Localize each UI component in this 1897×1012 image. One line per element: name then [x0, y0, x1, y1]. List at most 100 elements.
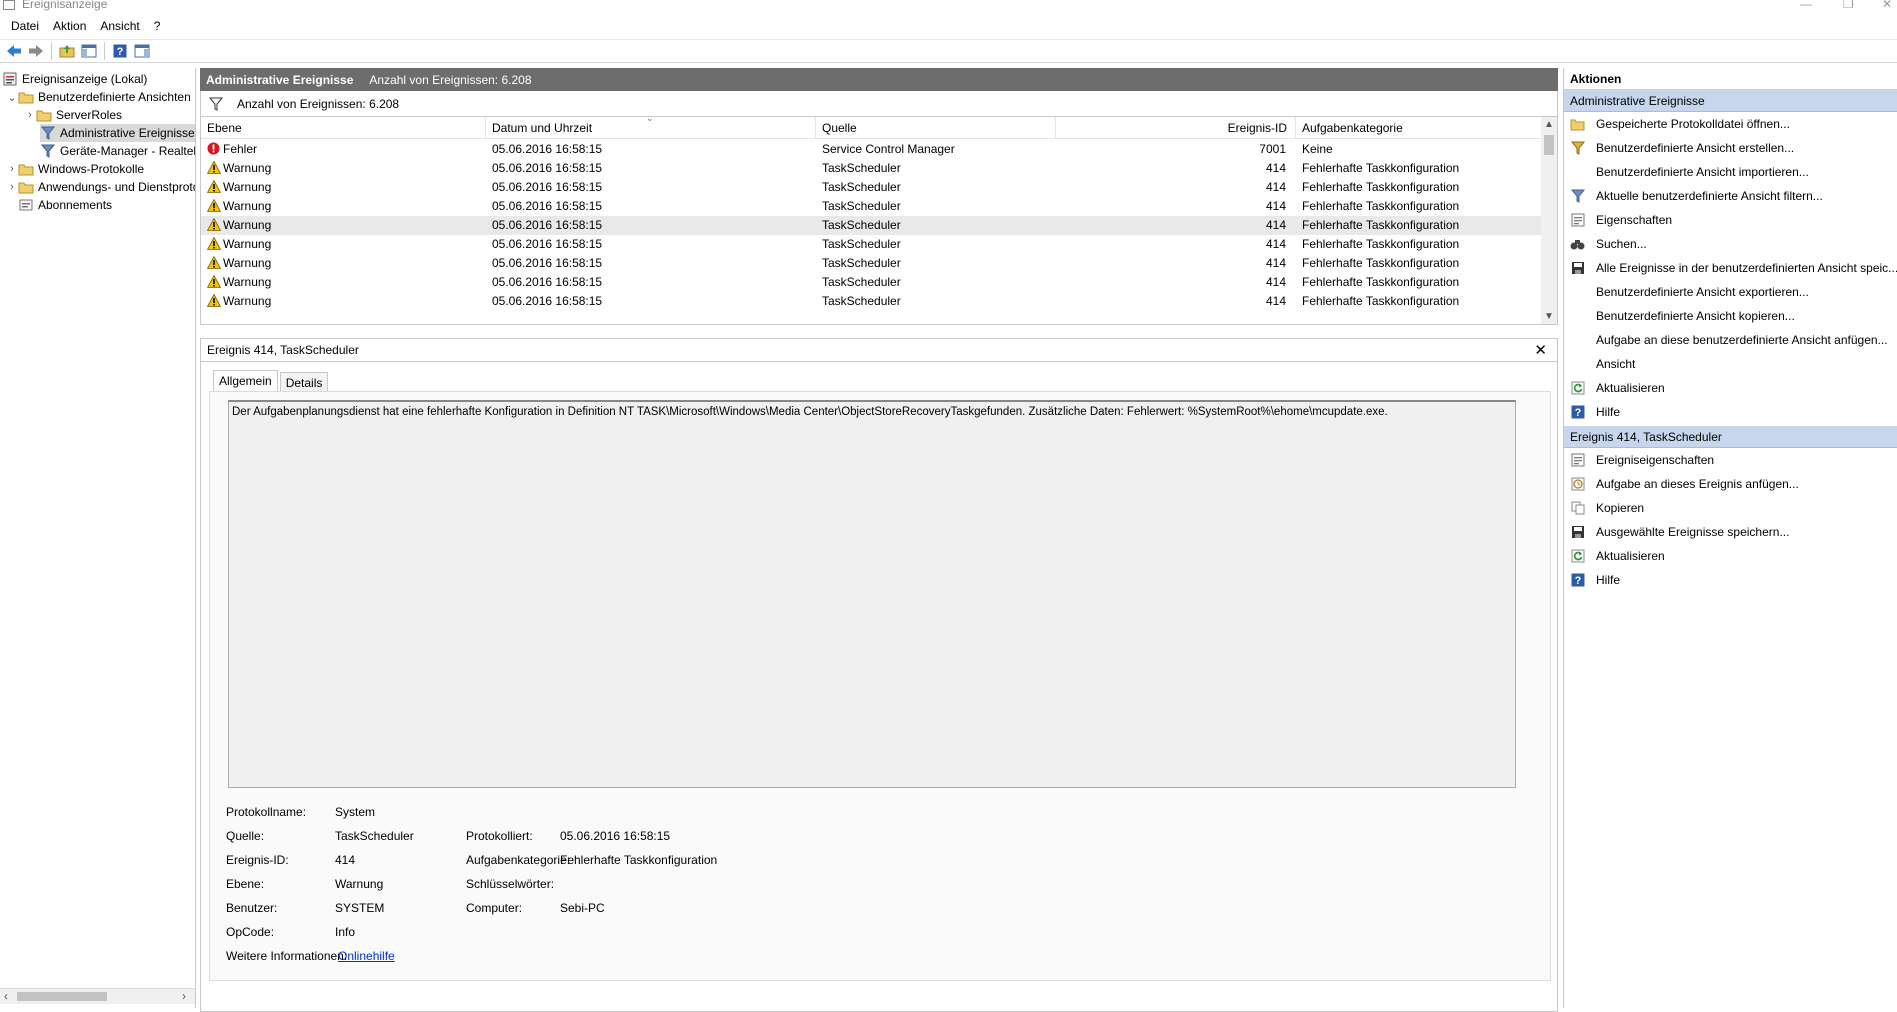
actions-list-event: Ereigniseigenschaften Aufgabe an dieses E…: [1564, 448, 1897, 592]
scroll-down-icon[interactable]: ▼: [1544, 311, 1554, 322]
tree-item-subscriptions[interactable]: Abonnements: [18, 196, 112, 214]
cell-event-id: 414: [1265, 180, 1286, 194]
column-header-source[interactable]: Quelle: [816, 117, 1056, 139]
view-action-7[interactable]: Benutzerdefinierte Ansicht exportieren..…: [1564, 280, 1897, 304]
up-folder-button[interactable]: [57, 41, 77, 61]
warning-icon: [206, 293, 222, 313]
menu-bar: Datei Aktion Ansicht ?: [0, 14, 1897, 38]
view-action-3[interactable]: Aktuelle benutzerdefinierte Ansicht filt…: [1564, 184, 1897, 208]
grid-vertical-scrollbar[interactable]: ▲ ▼: [1541, 117, 1557, 324]
filter-create-icon: [1570, 141, 1585, 155]
cell-date: 05.06.2016 16:58:15: [492, 275, 603, 289]
table-row[interactable]: Warnung 05.06.2016 16:58:15 TaskScheduler F…: [201, 178, 1541, 197]
cell-source: TaskScheduler: [822, 256, 901, 270]
custom-view-filter-icon: [40, 144, 56, 158]
tree-item-server-roles[interactable]: › ServerRoles: [24, 106, 122, 124]
view-action-5[interactable]: Suchen...: [1564, 232, 1897, 256]
column-header-task-category[interactable]: Aufgabenkategorie: [1296, 117, 1543, 139]
event-action-1[interactable]: Aufgabe an dieses Ereignis anfügen...: [1564, 472, 1897, 496]
back-button[interactable]: [4, 41, 24, 61]
menu-ansicht[interactable]: Ansicht: [93, 19, 146, 33]
value-event-id: 414: [335, 853, 356, 867]
toolbar-separator: [104, 42, 105, 60]
action-label: Benutzerdefinierte Ansicht erstellen...: [1596, 141, 1795, 155]
tree-item-admin-events[interactable]: Administrative Ereignisse: [40, 124, 195, 142]
title-bar: Ereignisanzeige — ❐ ✕: [0, 0, 1897, 12]
subscriptions-icon: [18, 198, 34, 212]
scroll-thumb[interactable]: [1544, 135, 1554, 155]
tree-horizontal-scrollbar[interactable]: ‹ ›: [0, 988, 195, 1004]
table-row[interactable]: Warnung 05.06.2016 16:58:15 TaskScheduler F…: [201, 159, 1541, 178]
event-action-2[interactable]: Kopieren: [1564, 496, 1897, 520]
tab-details[interactable]: Details: [279, 372, 329, 392]
event-action-5[interactable]: ? Hilfe: [1564, 568, 1897, 592]
column-header-event-id[interactable]: Ereignis-ID: [1056, 117, 1296, 139]
menu-datei[interactable]: Datei: [4, 19, 46, 33]
label-logged: Protokolliert:: [466, 829, 533, 843]
tree-item-root[interactable]: Ereignisanzeige (Lokal): [2, 70, 147, 88]
tree-item-windows-logs[interactable]: › Windows-Protokolle: [6, 160, 144, 178]
chevron-right-icon[interactable]: ›: [6, 181, 18, 193]
cell-date: 05.06.2016 16:58:15: [492, 294, 603, 308]
chevron-down-icon[interactable]: ⌄: [6, 91, 18, 104]
scroll-up-icon[interactable]: ▲: [1544, 119, 1554, 130]
help-button[interactable]: ?: [110, 41, 130, 61]
show-hide-tree-button[interactable]: [79, 41, 99, 61]
scroll-thumb[interactable]: [17, 992, 107, 1001]
event-action-3[interactable]: Ausgewählte Ereignisse speichern...: [1564, 520, 1897, 544]
folder-icon: [18, 180, 34, 194]
online-help-link[interactable]: Onlinehilfe: [338, 949, 395, 963]
table-row[interactable]: Warnung 05.06.2016 16:58:15 TaskScheduler F…: [201, 197, 1541, 216]
center-event-count: Anzahl von Ereignissen: 6.208: [369, 72, 532, 87]
view-action-1[interactable]: Benutzerdefinierte Ansicht erstellen...: [1564, 136, 1897, 160]
view-action-4[interactable]: Eigenschaften: [1564, 208, 1897, 232]
tree-label-app-logs: Anwendungs- und Dienstprotokolle: [38, 180, 195, 194]
view-action-12[interactable]: ? Hilfe: [1564, 400, 1897, 424]
forward-button[interactable]: [26, 41, 46, 61]
label-event-id: Ereignis-ID:: [226, 853, 289, 867]
tree-item-custom-views[interactable]: ⌄ Benutzerdefinierte Ansichten: [6, 88, 190, 106]
view-action-11[interactable]: Aktualisieren: [1564, 376, 1897, 400]
table-row[interactable]: Fehler 05.06.2016 16:58:15 Service Control…: [201, 140, 1541, 159]
chevron-right-icon[interactable]: ›: [6, 163, 18, 175]
show-action-pane-button[interactable]: [132, 41, 152, 61]
column-header-level[interactable]: Ebene: [201, 117, 486, 139]
actions-section-admin-events[interactable]: Administrative Ereignisse: [1564, 90, 1897, 112]
view-action-2[interactable]: Benutzerdefinierte Ansicht importieren..…: [1564, 160, 1897, 184]
chevron-right-icon[interactable]: ›: [24, 109, 36, 121]
tab-allgemein[interactable]: Allgemein: [213, 370, 278, 392]
view-action-10[interactable]: Ansicht: [1564, 352, 1897, 376]
table-row[interactable]: Warnung 05.06.2016 16:58:15 TaskScheduler F…: [201, 216, 1541, 235]
view-action-0[interactable]: Gespeicherte Protokolldatei öffnen...: [1564, 112, 1897, 136]
cell-level: Warnung: [223, 218, 272, 232]
event-message[interactable]: Der Aufgabenplanungsdienst hat eine fehl…: [228, 400, 1516, 788]
actions-section-event[interactable]: Ereignis 414, TaskScheduler: [1564, 426, 1897, 448]
console-tree-icon: [81, 44, 97, 58]
scroll-left-icon[interactable]: ‹: [4, 989, 8, 1003]
tree-label-root: Ereignisanzeige (Lokal): [22, 72, 148, 86]
restore-icon[interactable]: ❐: [1843, 0, 1854, 11]
scroll-right-icon[interactable]: ›: [182, 989, 186, 1003]
event-action-0[interactable]: Ereigniseigenschaften: [1564, 448, 1897, 472]
cell-date: 05.06.2016 16:58:15: [492, 142, 603, 156]
menu-aktion[interactable]: Aktion: [46, 19, 93, 33]
tab-page-general: Der Aufgabenplanungsdienst hat eine fehl…: [209, 391, 1551, 981]
tree-item-app-logs[interactable]: › Anwendungs- und Dienstprotokolle: [6, 178, 195, 196]
close-icon[interactable]: ✕: [1534, 341, 1547, 359]
view-action-9[interactable]: Aufgabe an diese benutzerdefinierte Ansi…: [1564, 328, 1897, 352]
view-action-8[interactable]: Benutzerdefinierte Ansicht kopieren...: [1564, 304, 1897, 328]
cell-task-category: Fehlerhafte Taskkonfiguration: [1302, 294, 1460, 308]
detail-header: Ereignis 414, TaskScheduler ✕: [200, 338, 1558, 362]
table-row[interactable]: Warnung 05.06.2016 16:58:15 TaskScheduler F…: [201, 273, 1541, 292]
event-action-4[interactable]: Aktualisieren: [1564, 544, 1897, 568]
minimize-icon[interactable]: —: [1800, 0, 1812, 11]
table-row[interactable]: Warnung 05.06.2016 16:58:15 TaskScheduler F…: [201, 235, 1541, 254]
close-window-icon[interactable]: ✕: [1882, 0, 1892, 11]
menu-help[interactable]: ?: [147, 19, 168, 33]
table-row[interactable]: Warnung 05.06.2016 16:58:15 TaskScheduler F…: [201, 292, 1541, 311]
tree-item-device-manager[interactable]: Geräte-Manager - Realtek: [40, 142, 195, 160]
table-row[interactable]: Warnung 05.06.2016 16:58:15 TaskScheduler F…: [201, 254, 1541, 273]
cell-event-id: 414: [1265, 199, 1286, 213]
view-action-6[interactable]: Alle Ereignisse in der benutzerdefiniert…: [1564, 256, 1897, 280]
label-log-name: Protokollname:: [226, 805, 307, 819]
